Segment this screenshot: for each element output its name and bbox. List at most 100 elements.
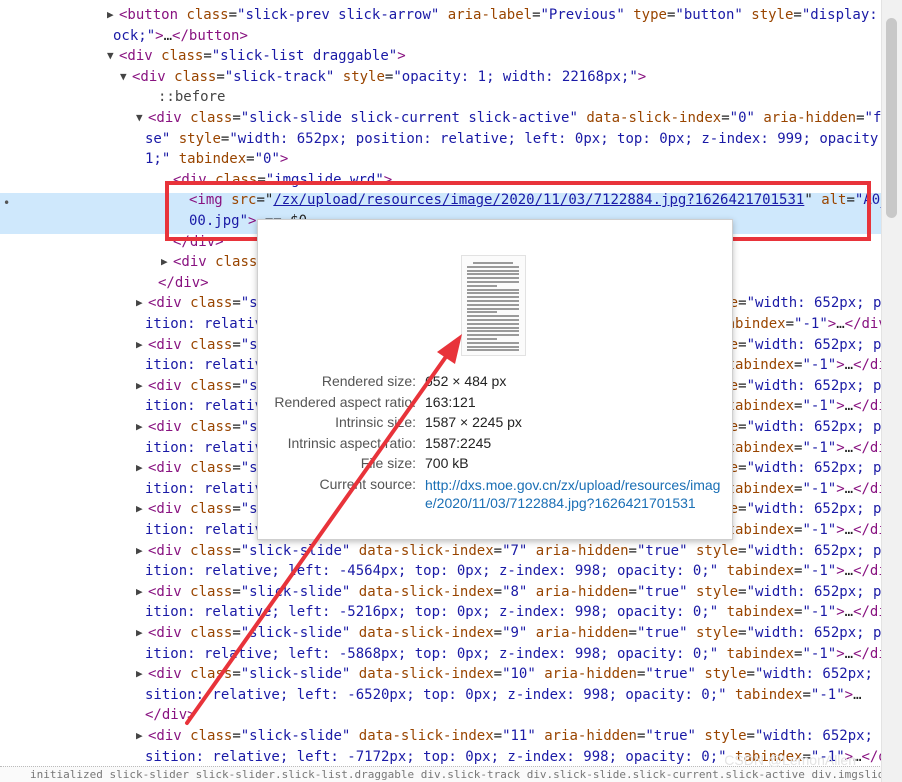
code-token: = <box>721 110 730 126</box>
code-token: tabindex <box>178 151 247 168</box>
code-token: </div> <box>853 522 882 538</box>
code-token: "-1" <box>802 439 837 456</box>
code-token: class <box>190 377 233 394</box>
dom-line[interactable]: ▼ <div class="slick-track" style="opacity… <box>0 67 882 88</box>
dom-line[interactable]: ▶ <button class="slick-prev slick-arrow" … <box>0 5 882 26</box>
triangle-right-icon[interactable]: ▶ <box>161 252 168 273</box>
code-token: </div> <box>844 316 882 332</box>
triangle-right-icon[interactable]: ▶ <box>136 623 143 644</box>
dom-line[interactable]: ition: relative; left: -5216px; top: 0px… <box>0 602 882 623</box>
dom-line[interactable]: </div> <box>0 705 882 726</box>
thumbnail-text-line <box>467 292 519 295</box>
code-token: = <box>228 7 238 23</box>
dom-line[interactable]: ock;">…</button> <box>0 26 882 47</box>
vertical-scrollbar[interactable] <box>881 0 902 782</box>
code-token: tabindex <box>726 357 795 374</box>
triangle-right-icon[interactable]: ▶ <box>136 335 143 356</box>
code-token: <div <box>148 542 191 559</box>
scrollbar-thumb[interactable] <box>886 18 897 218</box>
code-token: tabindex <box>726 604 795 621</box>
triangle-right-icon[interactable]: ▶ <box>136 582 143 603</box>
tooltip-label: Current source: <box>319 476 416 492</box>
dom-line[interactable]: ▶<div class="slick-slide" data-slick-ind… <box>0 726 882 747</box>
code-token: "display: bl <box>801 7 878 23</box>
code-token: "9" <box>502 625 528 641</box>
code-token: = <box>628 542 637 559</box>
triangle-down-icon[interactable]: ▼ <box>120 67 127 88</box>
code-token: "slick-list draggable" <box>211 48 398 65</box>
code-token: tabindex <box>726 398 795 415</box>
code-token: "opacity: 1; width: 22168px;" <box>393 68 638 85</box>
triangle-right-icon[interactable]: ▶ <box>136 541 143 562</box>
code-token: > <box>844 686 854 703</box>
code-token: class <box>190 583 233 600</box>
dom-line[interactable]: ▼ <div class="slick-slide slick-current s… <box>0 108 882 129</box>
dom-line[interactable]: ▶<div class="slick-slide" data-slick-ind… <box>0 541 882 562</box>
triangle-right-icon[interactable]: ▶ <box>136 458 143 479</box>
dom-line[interactable]: ition: relative; left: -5868px; top: 0px… <box>0 644 882 665</box>
image-info-tooltip: Rendered size: 652 × 484 px Rendered aspec… <box>257 219 733 540</box>
code-token: tabindex <box>726 522 795 538</box>
triangle-right-icon[interactable]: ▶ <box>136 293 143 314</box>
code-token: > <box>836 563 845 580</box>
code-token: </button> <box>172 27 248 44</box>
dom-line[interactable]: ::before <box>0 87 882 108</box>
code-token: <div <box>148 110 191 126</box>
triangle-right-icon[interactable]: ▶ <box>107 5 114 26</box>
code-token: "width: 652px; po <box>754 666 882 683</box>
thumbnail-text-line <box>467 269 519 272</box>
triangle-right-icon[interactable]: ▶ <box>136 726 143 747</box>
code-token: <div <box>148 666 191 683</box>
dom-line[interactable]: ition: relative; left: -4564px; top: 0px… <box>0 561 882 582</box>
triangle-right-icon[interactable]: ▶ <box>136 417 143 438</box>
code-token: > <box>637 68 647 85</box>
code-token: </div> <box>853 480 882 497</box>
breadcrumb-bar[interactable]: initialized slick-slider slick-slider.sl… <box>0 766 882 782</box>
code-token: class <box>161 48 204 65</box>
tooltip-value: 1587:2245 <box>425 434 492 451</box>
dom-line[interactable]: ▶<div class="slick-slide" data-slick-ind… <box>0 582 882 603</box>
code-token: aria-hidden <box>535 583 629 600</box>
tooltip-row: Rendered aspect ratio: 163:121 <box>258 394 732 414</box>
triangle-right-icon[interactable]: ▶ <box>136 499 143 520</box>
current-source-link[interactable]: http://dxs.moe.gov.cn/zx/upload/resource… <box>425 476 721 512</box>
dom-line[interactable]: sition: relative; left: -6520px; top: 0p… <box>0 685 882 706</box>
code-token: = <box>203 48 212 65</box>
triangle-right-icon[interactable]: ▶ <box>136 376 143 397</box>
dom-line[interactable]: ▶<div class="slick-slide" data-slick-ind… <box>0 623 882 644</box>
code-token: … <box>163 27 173 44</box>
code-token: "-1" <box>802 398 837 415</box>
code-token: aria-hidden <box>544 728 637 744</box>
triangle-right-icon[interactable]: ▶ <box>136 664 143 685</box>
code-token: = <box>232 542 241 559</box>
watermark: CSDN @LemonAllen <box>724 752 856 768</box>
triangle-down-icon[interactable]: ▼ <box>107 46 114 67</box>
dom-line[interactable]: ▼ <div class="slick-list draggable"> <box>0 46 882 67</box>
code-token: sition: relative; left: -7172px; top: 0p… <box>145 748 727 765</box>
thumbnail-text-line <box>467 341 519 344</box>
code-token: "width: 652px; pos <box>746 336 882 353</box>
code-token: tabindex <box>726 563 795 580</box>
code-token: "-1" <box>794 316 828 332</box>
dom-line[interactable]: ▶<div class="slick-slide" data-slick-ind… <box>0 664 882 685</box>
code-token: > <box>836 604 845 621</box>
thumbnail-text-line <box>467 315 519 318</box>
code-token: class <box>190 419 233 435</box>
code-token: = <box>746 666 755 683</box>
code-token: = <box>628 583 637 600</box>
dom-line[interactable]: 1;" tabindex="0"> <box>0 149 882 170</box>
code-token: "slick-slide slick-current slick-active" <box>240 110 578 126</box>
code-token: = <box>532 7 541 23</box>
code-token: "fal <box>864 110 882 126</box>
thumbnail-text-line <box>467 273 519 276</box>
code-token: "true" <box>645 728 696 744</box>
code-token: … <box>844 604 854 621</box>
code-token: = <box>738 377 747 394</box>
dom-line[interactable]: se" style="width: 652px; position: relat… <box>0 129 882 150</box>
triangle-down-icon[interactable]: ▼ <box>136 108 143 129</box>
